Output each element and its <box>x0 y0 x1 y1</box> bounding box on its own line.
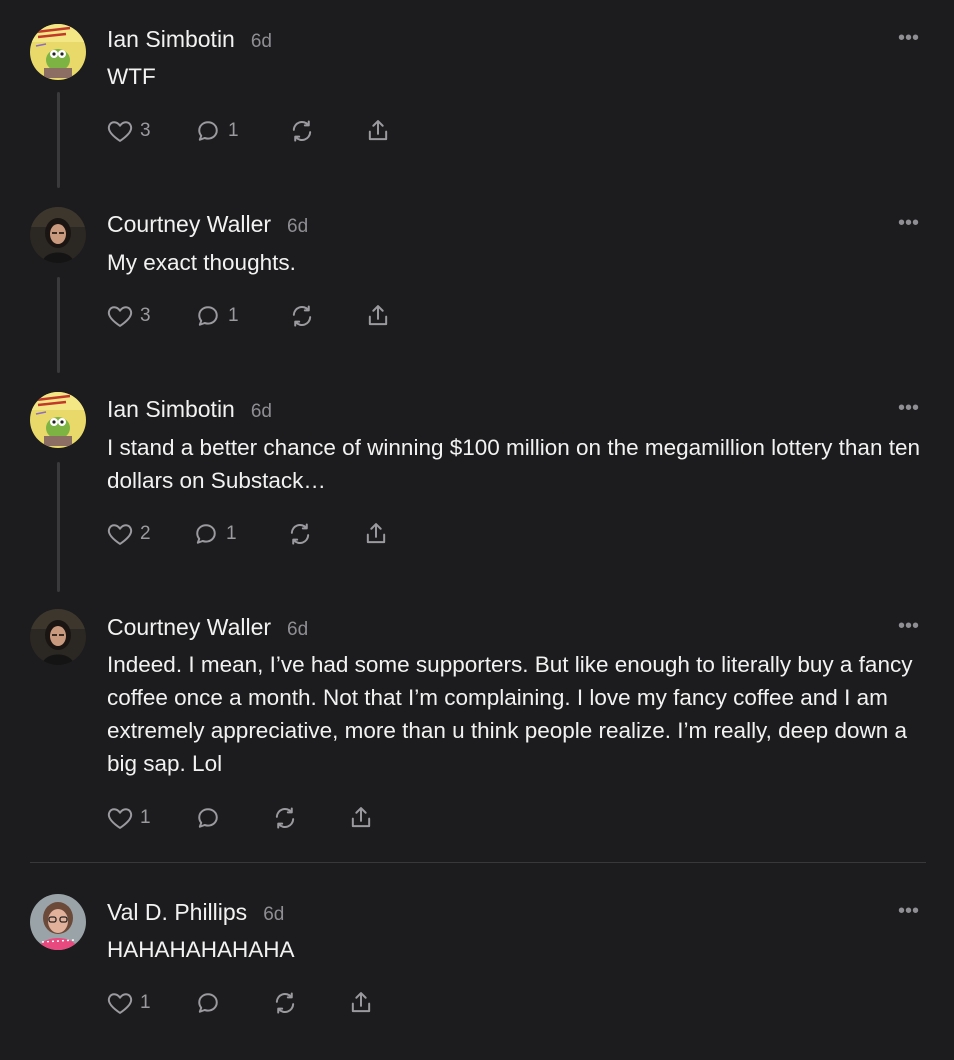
share-icon <box>347 804 375 832</box>
restack-button[interactable] <box>288 115 316 147</box>
like-button[interactable]: 3 <box>106 300 151 332</box>
share-icon <box>364 117 392 145</box>
thread-divider <box>30 862 926 863</box>
avatar[interactable] <box>30 24 86 80</box>
restack-icon <box>271 989 299 1017</box>
restack-icon <box>288 117 316 145</box>
reply-button[interactable] <box>194 987 228 1019</box>
comment-timestamp[interactable]: 6d <box>251 31 272 52</box>
comment-text: HAHAHAHAHAHA <box>107 937 295 962</box>
comment-author[interactable]: Val D. Phillips 6d <box>107 899 284 926</box>
avatar[interactable] <box>30 392 86 448</box>
restack-icon <box>286 520 314 548</box>
restack-button[interactable] <box>288 300 316 332</box>
heart-icon <box>106 302 134 330</box>
comment-author[interactable]: Ian Simbotin 6d <box>107 26 272 53</box>
comment-item: Val D. Phillips 6d ••• HAHAHAHAHAHA 1 <box>0 873 954 1060</box>
like-count: 1 <box>140 992 151 1013</box>
comment-bubble-icon <box>194 117 222 145</box>
more-icon[interactable]: ••• <box>898 398 919 418</box>
reply-count: 1 <box>226 523 237 544</box>
heart-icon <box>106 117 134 145</box>
comment-bubble-icon <box>194 989 222 1017</box>
comment-item: Courtney Waller 6d ••• My exact thoughts.… <box>0 185 954 375</box>
thread-line <box>57 277 60 373</box>
comment-timestamp[interactable]: 6d <box>287 216 308 237</box>
avatar[interactable] <box>30 207 86 263</box>
reply-button[interactable] <box>194 802 228 834</box>
share-button[interactable] <box>364 300 392 332</box>
more-icon[interactable]: ••• <box>898 901 919 921</box>
thread-line <box>57 92 60 188</box>
restack-button[interactable] <box>271 802 299 834</box>
share-icon <box>362 520 390 548</box>
comment-item: Ian Simbotin 6d ••• I stand a better chan… <box>0 370 954 595</box>
heart-icon <box>106 520 134 548</box>
comment-author[interactable]: Courtney Waller 6d <box>107 211 308 238</box>
like-button[interactable]: 1 <box>106 987 151 1019</box>
comment-bubble-icon <box>192 520 220 548</box>
reply-button[interactable]: 1 <box>192 518 237 550</box>
comment-timestamp[interactable]: 6d <box>251 401 272 422</box>
like-button[interactable]: 1 <box>106 802 151 834</box>
comment-text: My exact thoughts. <box>107 250 296 275</box>
share-icon <box>347 989 375 1017</box>
comment-timestamp[interactable]: 6d <box>263 904 284 925</box>
more-icon[interactable]: ••• <box>898 213 919 233</box>
comment-text: WTF <box>107 64 156 89</box>
like-count: 3 <box>140 305 151 326</box>
restack-icon <box>271 804 299 832</box>
like-count: 1 <box>140 807 151 828</box>
share-button[interactable] <box>347 802 375 834</box>
thread-line <box>57 462 60 592</box>
avatar[interactable] <box>30 894 86 950</box>
reply-count: 1 <box>228 120 239 141</box>
heart-icon <box>106 804 134 832</box>
share-button[interactable] <box>347 987 375 1019</box>
like-button[interactable]: 3 <box>106 115 151 147</box>
comment-bubble-icon <box>194 804 222 832</box>
comment-author[interactable]: Courtney Waller 6d <box>107 614 308 641</box>
comment-item: Ian Simbotin 6d ••• WTF 3 1 <box>0 0 954 190</box>
more-icon[interactable]: ••• <box>898 616 919 636</box>
comment-text: I stand a better chance of winning $100 … <box>107 435 920 493</box>
like-button[interactable]: 2 <box>106 518 151 550</box>
restack-icon <box>288 302 316 330</box>
like-count: 2 <box>140 523 151 544</box>
comment-author[interactable]: Ian Simbotin 6d <box>107 396 272 423</box>
restack-button[interactable] <box>286 518 314 550</box>
share-button[interactable] <box>364 115 392 147</box>
reply-button[interactable]: 1 <box>194 115 239 147</box>
like-count: 3 <box>140 120 151 141</box>
avatar[interactable] <box>30 609 86 665</box>
share-button[interactable] <box>362 518 390 550</box>
reply-button[interactable]: 1 <box>194 300 239 332</box>
heart-icon <box>106 989 134 1017</box>
comment-timestamp[interactable]: 6d <box>287 619 308 640</box>
share-icon <box>364 302 392 330</box>
more-icon[interactable]: ••• <box>898 28 919 48</box>
comment-bubble-icon <box>194 302 222 330</box>
restack-button[interactable] <box>271 987 299 1019</box>
comment-item: Courtney Waller 6d ••• Indeed. I mean, I’… <box>0 588 954 848</box>
reply-count: 1 <box>228 305 239 326</box>
comment-text: Indeed. I mean, I’ve had some supporters… <box>107 652 913 776</box>
